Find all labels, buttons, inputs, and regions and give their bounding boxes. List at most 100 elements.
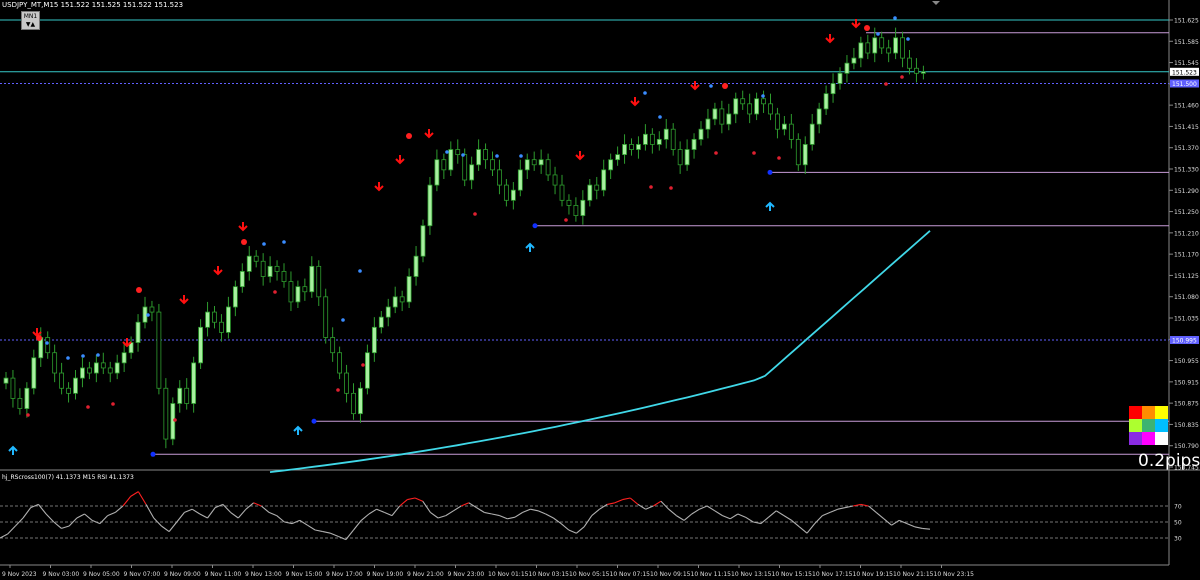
time-axis[interactable]: 9 Nov 2023 9 Nov 03:00 9 Nov 05:00 9 Nov 07…	[2, 565, 974, 578]
candle-body	[858, 42, 864, 59]
time-label: 10 Nov 13:15	[731, 571, 772, 578]
rsi-segment	[130, 491, 139, 497]
candle-body	[594, 184, 600, 191]
rsi-segment	[422, 500, 431, 513]
candle-body	[274, 265, 280, 272]
rsi-segment	[599, 503, 608, 510]
target-dot	[906, 37, 910, 41]
rsi-segment	[22, 507, 32, 519]
candle-body	[580, 199, 586, 216]
palette-swatch[interactable]	[1142, 432, 1155, 445]
rsi-segment	[230, 511, 239, 519]
candle-body	[253, 255, 259, 262]
rsi-segment	[660, 500, 670, 510]
palette-swatch[interactable]	[1155, 406, 1168, 419]
timeframe-button[interactable]: MN1 ▼▲	[21, 11, 40, 30]
rsi-segment	[460, 502, 470, 507]
palette-swatch[interactable]	[1129, 419, 1142, 432]
stop-dot	[273, 290, 277, 294]
stop-dot	[26, 413, 30, 417]
sell-signal-dot	[136, 287, 142, 293]
candle-body	[649, 133, 655, 145]
rsi-segment	[706, 505, 716, 512]
rsi-panel[interactable]: 70 50 30	[0, 491, 1182, 543]
palette-swatch[interactable]	[1155, 419, 1168, 432]
price-label: 151.210	[1174, 230, 1199, 237]
candle-body	[3, 377, 9, 384]
sell-arrow-icon	[395, 155, 405, 165]
time-label: 10 Nov 17:15	[812, 571, 853, 578]
palette-swatch[interactable]	[1129, 432, 1142, 445]
swing-low-dot	[767, 169, 773, 175]
rsi-header: hj_RScross100(7) 41.1373 M15 RSI 41.1373	[2, 474, 134, 481]
rsi-segment	[437, 515, 446, 519]
price-label: 151.250	[1174, 209, 1199, 216]
price-label: 151.415	[1174, 124, 1199, 131]
rsi-segment	[161, 525, 170, 533]
stop-dot	[714, 151, 718, 155]
chart-header: USDJPY_MT,M15 151.522 151.525 151.522 15…	[2, 1, 184, 9]
candle-body	[865, 42, 871, 54]
rsi-segment	[299, 519, 308, 526]
stop-dot	[336, 388, 340, 392]
sell-arrow-icon	[630, 97, 640, 107]
sell-signal-dot	[241, 239, 247, 245]
candle-body	[385, 306, 391, 318]
rsi-segment	[768, 510, 777, 518]
palette-swatch[interactable]	[1142, 419, 1155, 432]
shift-marker-icon[interactable]	[932, 1, 940, 5]
rsi-segment	[145, 504, 155, 519]
rsi-segment	[514, 511, 523, 518]
palette-swatch[interactable]	[1142, 406, 1155, 419]
candle-body	[677, 149, 683, 166]
current-price-tag: 151.523	[1172, 69, 1197, 76]
time-label: 10 Nov 03:15	[529, 571, 570, 578]
candle-body	[406, 276, 412, 303]
price-chart[interactable]: 151.625151.585151.545151.505151.460151.4…	[0, 0, 1200, 580]
rsi-segment	[445, 510, 454, 517]
time-label: 9 Nov 09:00	[164, 571, 201, 578]
swing-low-dot	[532, 223, 538, 229]
candle-body	[351, 392, 356, 415]
candle-body	[559, 184, 565, 201]
rsi-segment	[722, 515, 731, 520]
rsi-segment	[791, 519, 800, 528]
candle-body	[219, 321, 224, 333]
candle-body	[232, 286, 238, 308]
candle-body	[914, 67, 919, 74]
candle-body	[344, 372, 349, 394]
rsi-segment	[237, 508, 247, 519]
stop-dot	[777, 156, 781, 160]
candle-body	[768, 103, 773, 115]
timeframe-arrows-icon[interactable]: ▼▲	[22, 21, 39, 29]
candle-body	[691, 138, 697, 150]
rsi-segment	[591, 508, 600, 517]
candle-body	[149, 306, 155, 313]
candle-body	[907, 57, 912, 69]
candle-body	[893, 37, 898, 54]
candle-body	[552, 174, 558, 186]
target-dot	[761, 94, 765, 98]
time-label: 10 Nov 21:15	[893, 571, 934, 578]
rsi-segment	[322, 531, 331, 534]
candle-body	[629, 144, 634, 150]
candle-body	[775, 113, 780, 130]
candle-body	[378, 316, 384, 328]
color-palette[interactable]	[1129, 406, 1168, 445]
time-label: 9 Nov 13:00	[245, 571, 282, 578]
rsi-segment	[430, 511, 439, 519]
target-dot	[643, 91, 647, 95]
horizontal-levels[interactable]	[0, 19, 1169, 457]
price-axis[interactable]: 151.625151.585151.545151.505151.460151.4…	[1169, 18, 1199, 472]
rsi-segment	[806, 523, 816, 534]
stop-dot	[564, 218, 568, 222]
palette-swatch[interactable]	[1129, 406, 1142, 419]
rsi-segment	[199, 513, 208, 519]
rsi-segment	[491, 513, 500, 517]
rsi-segment	[268, 511, 277, 517]
palette-swatch[interactable]	[1155, 432, 1168, 445]
candle-body	[177, 387, 183, 404]
target-dot	[96, 353, 100, 357]
rsi-segment	[829, 508, 838, 513]
candle-body	[587, 184, 593, 201]
